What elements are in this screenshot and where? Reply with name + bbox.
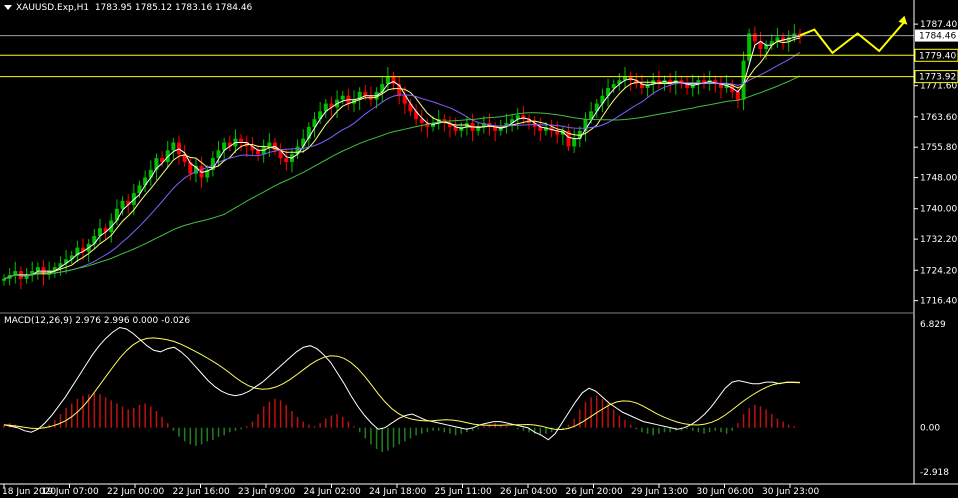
time-tick-label: 30 Jun 06:00	[697, 487, 754, 497]
level-label: 1779.40	[919, 51, 956, 61]
candle-body	[13, 271, 18, 275]
level-label: 1773.92	[919, 73, 956, 83]
price-tick-label: 1771.60	[920, 82, 957, 92]
price-tick-label: 1716.40	[920, 297, 957, 307]
candle-body	[301, 138, 306, 147]
dropdown-triangle-icon[interactable]	[4, 5, 12, 10]
time-tick-label: 22 Jun 16:00	[173, 487, 230, 497]
candle-body	[177, 142, 182, 155]
time-tick-label: 26 Jun 20:00	[566, 487, 623, 497]
candle-body	[572, 138, 577, 147]
candle-body	[764, 45, 769, 50]
time-tick-label: 25 Jun 11:00	[435, 487, 492, 497]
ohlc-label: 1783.95 1785.12 1783.16 1784.46	[94, 3, 253, 13]
candle-body	[752, 33, 757, 42]
macd-header: MACD(12,26,9) 2.976 2.996 0.000 -0.026	[4, 316, 191, 326]
price-tick-label: 1740.00	[920, 205, 957, 215]
current-price-label: 1784.46	[919, 32, 956, 42]
candle-body	[284, 158, 289, 162]
candle-body	[171, 142, 176, 151]
time-tick-label: 19 Jun 07:00	[42, 487, 99, 497]
price-tick-label: 1724.20	[920, 266, 957, 276]
candle-body	[120, 200, 125, 209]
macd-tick-label: 0.00	[920, 424, 940, 434]
macd-tick-label: 6.829	[920, 320, 946, 330]
candle-body	[239, 138, 244, 143]
trading-chart: 1787.40 1779.40 1771.60 1763.60 1755.80 1748.…	[0, 0, 958, 498]
macd-tick-label: -2.918	[920, 468, 949, 478]
candle-body	[148, 169, 153, 178]
chart-header: XAUUSD.Exp,H1 1783.95 1785.12 1783.16 17…	[4, 3, 252, 13]
price-tick-label: 1732.20	[920, 235, 957, 245]
candle-body	[267, 142, 272, 147]
candle-body	[363, 91, 368, 96]
price-tick-label: 1755.80	[920, 143, 957, 153]
time-tick-label: 24 Jun 02:00	[304, 487, 361, 497]
time-tick-label: 26 Jun 04:00	[500, 487, 557, 497]
chart-background	[0, 0, 958, 498]
symbol-label: XAUUSD.Exp,H1	[16, 3, 90, 13]
candle-body	[340, 95, 345, 100]
time-tick-label: 29 Jun 13:00	[631, 487, 688, 497]
time-tick-label: 24 Jun 18:00	[369, 487, 426, 497]
time-tick-label: 23 Jun 09:00	[238, 487, 295, 497]
price-tick-label: 1763.60	[920, 113, 957, 123]
candle-body	[747, 33, 752, 61]
candle-body	[2, 278, 6, 281]
candle-body	[256, 150, 261, 155]
candle-body	[735, 91, 740, 100]
time-tick-label: 30 Jun 23:00	[762, 487, 819, 497]
time-tick-label: 22 Jun 00:00	[107, 487, 164, 497]
price-tick-label: 1787.40	[920, 20, 957, 30]
price-tick-label: 1748.00	[920, 174, 957, 184]
candle-body	[35, 267, 40, 272]
